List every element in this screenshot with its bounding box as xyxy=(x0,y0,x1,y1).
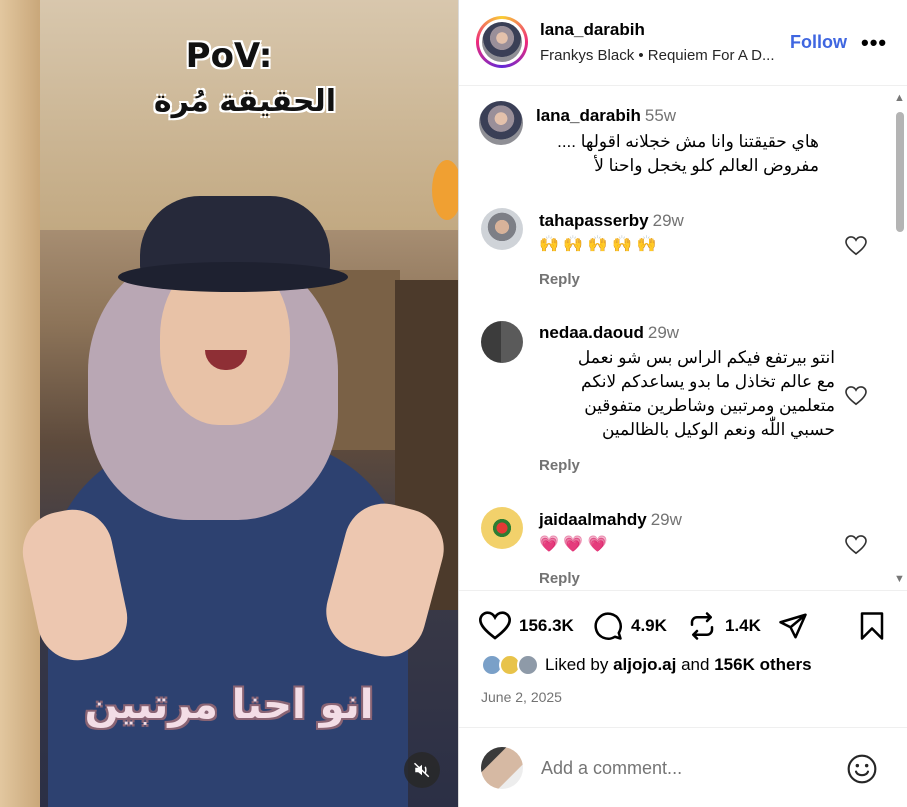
repost-count: 1.4K xyxy=(725,616,761,635)
comments-scrollbar[interactable]: ▲ ▼ xyxy=(892,87,907,588)
audio-track-link[interactable]: Frankys Black • Requiem For A D... xyxy=(540,47,790,64)
comment-line: مع عالم تخاذل ما بدو يساعدكم لانكم xyxy=(581,372,835,391)
scrollbar-thumb[interactable] xyxy=(896,112,904,232)
comment-timestamp: 55w xyxy=(644,106,677,125)
emoji-picker-icon[interactable] xyxy=(846,753,878,785)
scroll-up-arrow-icon[interactable]: ▲ xyxy=(894,92,905,104)
repost-icon xyxy=(690,612,714,640)
comment-line: متعلمين ومرتبين وشاطرين متفوقين xyxy=(584,396,835,415)
video-overlay-title: PoV: xyxy=(185,36,273,76)
like-count: 156.3K xyxy=(519,616,574,635)
speaker-muted-icon xyxy=(413,762,430,778)
comment-timestamp: 29w xyxy=(652,211,684,230)
comment-bubble-icon xyxy=(594,612,622,640)
comment-username[interactable]: lana_darabih xyxy=(536,106,641,125)
comment-text: انتو بيرتفع فيكم الراس بس شو نعمل مع عال… xyxy=(499,346,835,442)
current-user-avatar xyxy=(481,747,523,789)
reply-button[interactable]: Reply xyxy=(539,271,580,288)
avatar[interactable] xyxy=(481,208,523,250)
repost-button[interactable]: 1.4K xyxy=(687,611,761,641)
person-hat-brim xyxy=(118,262,348,292)
mute-button[interactable] xyxy=(404,752,440,788)
avatar[interactable] xyxy=(481,507,523,549)
comment-text: 🙌 🙌 🙌 🙌 🙌 xyxy=(539,236,657,253)
comment-line: مفروض العالم كلو يخجل واحنا لأ xyxy=(594,156,819,175)
comment-author[interactable]: tahapasserby 29w xyxy=(539,211,684,231)
comment-author[interactable]: lana_darabih 55w xyxy=(536,106,676,126)
comment-line: حسبي اللّٰه ونعم الوكيل بالظالمين xyxy=(601,420,835,439)
video-caption: انو احنا مرتبين xyxy=(84,682,374,728)
author-avatar[interactable] xyxy=(476,16,528,68)
comments-list[interactable]: lana_darabih 55w هاي حقيقتنا وانا مش خجلا… xyxy=(459,87,907,588)
more-options-icon[interactable]: ••• xyxy=(861,30,887,56)
heart-icon xyxy=(479,611,511,640)
scroll-down-arrow-icon[interactable]: ▼ xyxy=(894,573,905,585)
comment-line: هاي حقيقتنا وانا مش خجلانه اقولها .... xyxy=(557,132,819,151)
bookmark-icon xyxy=(860,612,884,640)
post-date[interactable]: June 2, 2025 xyxy=(481,689,562,705)
share-paper-plane-icon xyxy=(779,613,807,639)
post-actions: 156.3K 4.9K 1.4K Liked by aljojo.aj and … xyxy=(459,590,907,720)
comment-author[interactable]: nedaa.daoud 29w xyxy=(539,323,679,343)
comment-author[interactable]: jaidaalmahdy 29w xyxy=(539,510,682,530)
follow-button[interactable]: Follow xyxy=(790,32,847,53)
liked-by-user[interactable]: aljojo.aj xyxy=(613,655,676,675)
video-overlay-subtitle: الحقيقة مُرة xyxy=(153,84,337,119)
like-button[interactable]: 156.3K xyxy=(479,611,574,641)
save-button[interactable] xyxy=(859,611,885,641)
comment-timestamp: 29w xyxy=(647,323,680,342)
room-lamp xyxy=(432,160,458,220)
comment-text: هاي حقيقتنا وانا مش خجلانه اقولها .... م… xyxy=(489,130,819,178)
author-username[interactable]: lana_darabih xyxy=(540,20,645,40)
liked-by-avatars xyxy=(481,654,543,676)
liked-by-prefix: Liked by xyxy=(545,655,609,674)
post-header: lana_darabih Frankys Black • Requiem For… xyxy=(459,0,907,86)
like-comment-heart-icon[interactable] xyxy=(845,236,867,256)
comment-username[interactable]: nedaa.daoud xyxy=(539,323,644,342)
like-comment-heart-icon[interactable] xyxy=(845,535,867,555)
comment-button[interactable]: 4.9K xyxy=(593,611,667,641)
share-button[interactable] xyxy=(777,611,809,641)
liked-by-others[interactable]: 156K others xyxy=(714,655,811,675)
post-panel: lana_darabih Frankys Black • Requiem For… xyxy=(458,0,907,807)
reel-video[interactable]: PoV: الحقيقة مُرة انو احنا مرتبين xyxy=(0,0,458,807)
like-comment-heart-icon[interactable] xyxy=(845,386,867,406)
comment-username[interactable]: jaidaalmahdy xyxy=(539,510,647,529)
reply-button[interactable]: Reply xyxy=(539,570,580,587)
comment-timestamp: 29w xyxy=(650,510,682,529)
reply-button[interactable]: Reply xyxy=(539,457,580,474)
comment-text: 💗 💗 💗 xyxy=(539,536,608,553)
liked-by-summary[interactable]: Liked by aljojo.aj and 156K others xyxy=(481,654,812,676)
comment-line: انتو بيرتفع فيكم الراس بس شو نعمل xyxy=(577,348,835,367)
comment-count: 4.9K xyxy=(631,616,667,635)
comment-input[interactable] xyxy=(541,758,831,779)
comment-username[interactable]: tahapasserby xyxy=(539,211,649,230)
add-comment-bar xyxy=(459,727,907,807)
liked-by-and: and xyxy=(681,655,710,674)
